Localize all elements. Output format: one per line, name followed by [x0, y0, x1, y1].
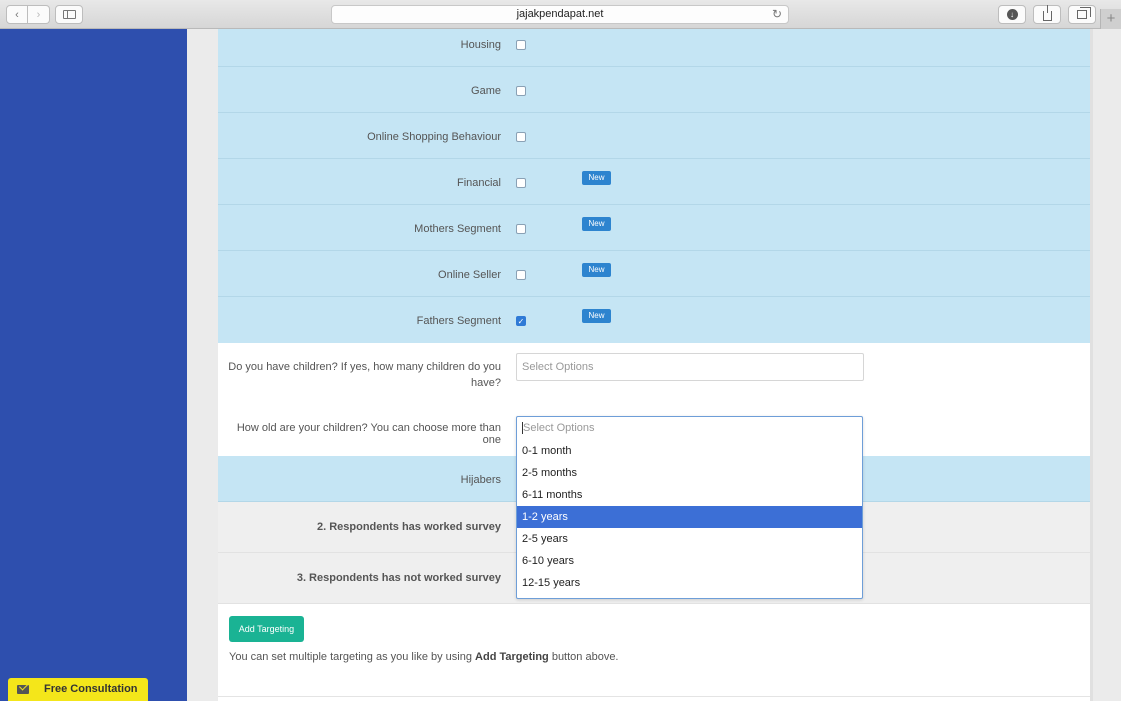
- segment-label: Mothers Segment: [414, 223, 501, 235]
- chevron-left-icon: ‹: [15, 8, 19, 21]
- segment-checkbox[interactable]: [516, 270, 526, 280]
- free-consultation-label: Free Consultation: [44, 683, 138, 695]
- dropdown-option[interactable]: 6-10 years: [517, 550, 862, 572]
- new-badge: New: [582, 263, 611, 277]
- download-icon: ↓: [1006, 9, 1018, 20]
- plus-icon: +: [1106, 10, 1116, 27]
- segment-row: Game: [218, 67, 1090, 113]
- sidebar-toggle-button[interactable]: [55, 5, 83, 24]
- tabs-overview-button[interactable]: [1068, 5, 1096, 24]
- divider: [218, 696, 1090, 697]
- segment-row: Online Seller New: [218, 251, 1090, 297]
- new-badge: New: [582, 217, 611, 231]
- children-age-search-input[interactable]: Select Options: [517, 417, 862, 440]
- dropdown-option[interactable]: 2-5 years: [517, 528, 862, 550]
- dropdown-placeholder: Select Options: [523, 422, 595, 434]
- dropdown-option[interactable]: 12-15 years: [517, 572, 862, 594]
- segment-label: Financial: [456, 177, 501, 189]
- segment-checkbox-checked[interactable]: ✓: [516, 316, 526, 326]
- right-gutter: [1090, 29, 1121, 701]
- left-gutter: [187, 29, 218, 701]
- dropdown-option[interactable]: 0-1 month: [517, 440, 862, 462]
- browser-toolbar: ‹ › jajakpendapat.net ↻ ↓ +: [0, 0, 1121, 29]
- nav-buttons: ‹ ›: [6, 5, 50, 24]
- forward-button[interactable]: ›: [28, 5, 50, 24]
- address-bar[interactable]: jajakpendapat.net ↻: [331, 5, 789, 24]
- children-count-select[interactable]: Select Options: [516, 353, 864, 381]
- segment-row: Online Shopping Behaviour: [218, 113, 1090, 159]
- children-age-label: How old are your children? You can choos…: [236, 422, 501, 446]
- segment-label: Hijabers: [460, 474, 501, 486]
- mail-icon: [17, 685, 29, 694]
- help-text: You can set multiple targeting as you li…: [229, 651, 619, 663]
- segment-label: Game: [471, 85, 501, 97]
- help-suffix: button above.: [548, 651, 619, 663]
- scrollbar[interactable]: [1090, 29, 1093, 701]
- segment-checkbox[interactable]: [516, 178, 526, 188]
- new-tab-button[interactable]: +: [1100, 9, 1121, 29]
- segment-checkbox[interactable]: [516, 132, 526, 142]
- children-age-dropdown[interactable]: Select Options 0-1 month 2-5 months 6-11…: [516, 416, 863, 599]
- segment-label: Housing: [460, 39, 501, 51]
- dropdown-option-highlighted[interactable]: 1-2 years: [517, 506, 862, 528]
- new-badge: New: [582, 309, 611, 323]
- segment-row: Housing: [218, 29, 1090, 67]
- segment-checkbox[interactable]: [516, 40, 526, 50]
- help-prefix: You can set multiple targeting as you li…: [229, 651, 476, 663]
- url-text: jajakpendapat.net: [516, 8, 604, 20]
- add-targeting-button[interactable]: Add Targeting: [229, 616, 304, 642]
- segment-row: Financial New: [218, 159, 1090, 205]
- section-title: 3. Respondents has not worked survey: [296, 572, 501, 584]
- sidebar-icon: [62, 10, 76, 19]
- children-count-label: Do you have children? If yes, how many c…: [228, 361, 501, 389]
- help-bold: Add Targeting: [475, 651, 549, 663]
- section-title: 2. Respondents has worked survey: [316, 521, 501, 533]
- dropdown-option[interactable]: 6-11 months: [517, 484, 862, 506]
- left-sidebar: [0, 29, 187, 701]
- dropdown-option[interactable]: 2-5 months: [517, 462, 862, 484]
- segment-checkbox[interactable]: [516, 86, 526, 96]
- segment-label: Online Seller: [438, 269, 501, 281]
- segment-label: Online Shopping Behaviour: [367, 131, 501, 143]
- targeting-form: Housing Game Online Shopping Behaviour F…: [218, 29, 1090, 701]
- segment-row: Fathers Segment ✓ New: [218, 297, 1090, 343]
- share-button[interactable]: [1033, 5, 1061, 24]
- segment-label: Fathers Segment: [416, 315, 501, 327]
- downloads-button[interactable]: ↓: [998, 5, 1026, 24]
- chevron-right-icon: ›: [36, 8, 41, 21]
- segment-row: Mothers Segment New: [218, 205, 1090, 251]
- share-icon: [1042, 5, 1052, 21]
- free-consultation-button[interactable]: Free Consultation: [8, 678, 148, 701]
- new-badge: New: [582, 171, 611, 185]
- reload-icon[interactable]: ↻: [772, 6, 782, 23]
- back-button[interactable]: ‹: [6, 5, 28, 24]
- segment-checkbox[interactable]: [516, 224, 526, 234]
- tabs-icon: [1077, 7, 1091, 19]
